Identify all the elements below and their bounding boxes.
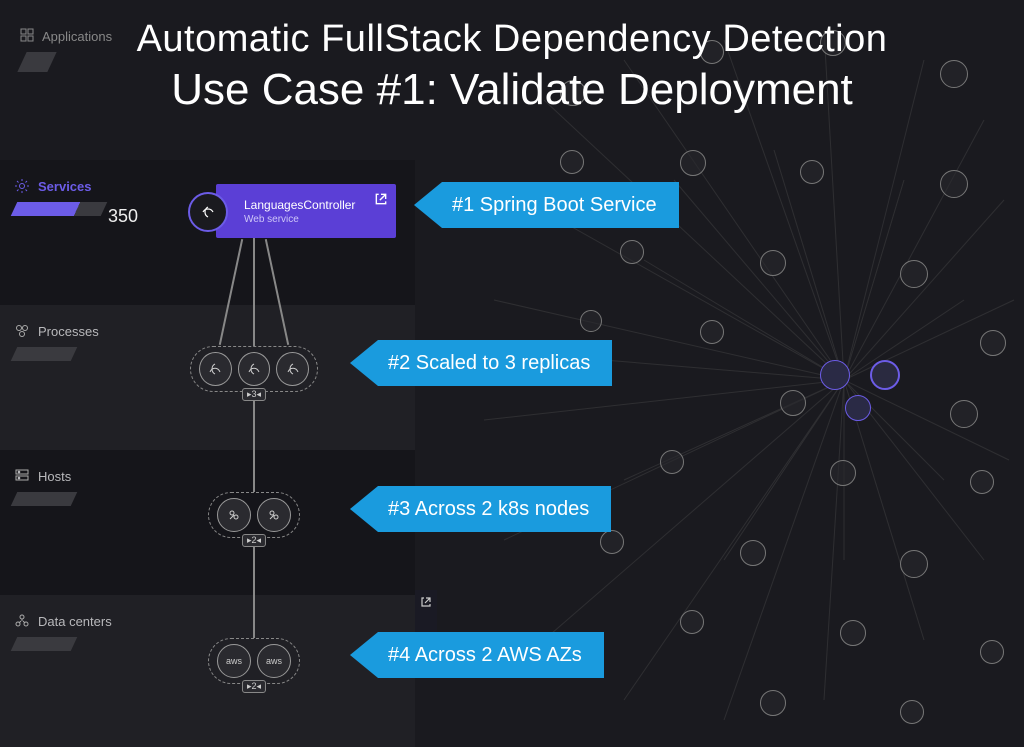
service-card[interactable]: LanguagesController Web service [216,184,396,238]
graph-node [600,530,624,554]
graph-node [660,450,684,474]
open-link-icon[interactable] [420,596,432,608]
arrow-left-icon [350,340,378,386]
graph-node [940,170,968,198]
graph-node [980,330,1006,356]
process-node [199,352,232,386]
hosts-bar [11,492,78,506]
graph-node [580,310,602,332]
hosts-cluster[interactable]: ▸2◂ [208,492,300,538]
callout-text: #2 Scaled to 3 replicas [378,340,612,386]
callout-text: #4 Across 2 AWS AZs [378,632,604,678]
graph-node [900,700,924,724]
host-node [257,498,291,532]
graph-node [740,540,766,566]
processes-bar [11,347,78,361]
aws-node: aws [217,644,251,678]
graph-node [980,640,1004,664]
connector-line [253,538,255,638]
callout-2: #2 Scaled to 3 replicas [350,340,612,386]
cluster-count: ▸3◂ [242,388,266,401]
graph-node [845,395,871,421]
open-link-icon[interactable] [374,192,388,206]
services-count: 350 [108,206,138,227]
callout-text: #3 Across 2 k8s nodes [378,486,611,532]
service-ring-icon [188,192,228,232]
graph-node [900,550,928,578]
callout-4: #4 Across 2 AWS AZs [350,632,604,678]
graph-center-node [870,360,900,390]
graph-node [840,620,866,646]
graph-node [680,150,706,176]
services-progress-bar [11,202,108,216]
graph-node [760,690,786,716]
services-label: Services [38,179,92,194]
graph-node [800,160,824,184]
callout-text: #1 Spring Boot Service [442,182,679,228]
hosts-icon [14,468,30,484]
graph-node [830,460,856,486]
aws-node: aws [257,644,291,678]
graph-node [970,470,994,494]
slide-title: Automatic FullStack Dependency Detection… [0,18,1024,115]
callout-1: #1 Spring Boot Service [414,182,679,228]
datacenters-bar [11,637,78,651]
cluster-count: ▸2◂ [242,534,266,547]
process-node [276,352,309,386]
arrow-left-icon [350,486,378,532]
service-type: Web service [244,214,355,225]
process-node [238,352,271,386]
callout-3: #3 Across 2 k8s nodes [350,486,611,532]
graph-node [780,390,806,416]
graph-node [900,260,928,288]
host-node [217,498,251,532]
title-line-1: Automatic FullStack Dependency Detection [0,18,1024,61]
hosts-label: Hosts [38,469,71,484]
cluster-count: ▸2◂ [242,680,266,693]
processes-cluster[interactable]: ▸3◂ [190,346,318,392]
graph-node [950,400,978,428]
connector-line [253,392,255,492]
graph-node [760,250,786,276]
graph-node [820,360,850,390]
arrow-left-icon [414,182,442,228]
arrow-left-icon [350,632,378,678]
graph-node [680,610,704,634]
service-name: LanguagesController [244,198,355,212]
graph-node [560,150,584,174]
datacenter-icon [14,613,30,629]
title-line-2: Use Case #1: Validate Deployment [0,65,1024,115]
connector-line [253,238,255,346]
graph-node [700,320,724,344]
processes-label: Processes [38,324,99,339]
processes-icon [14,323,30,339]
datacenters-label: Data centers [38,614,112,629]
datacenters-cluster[interactable]: aws aws ▸2◂ [208,638,300,684]
gear-icon [14,178,30,194]
graph-node [620,240,644,264]
